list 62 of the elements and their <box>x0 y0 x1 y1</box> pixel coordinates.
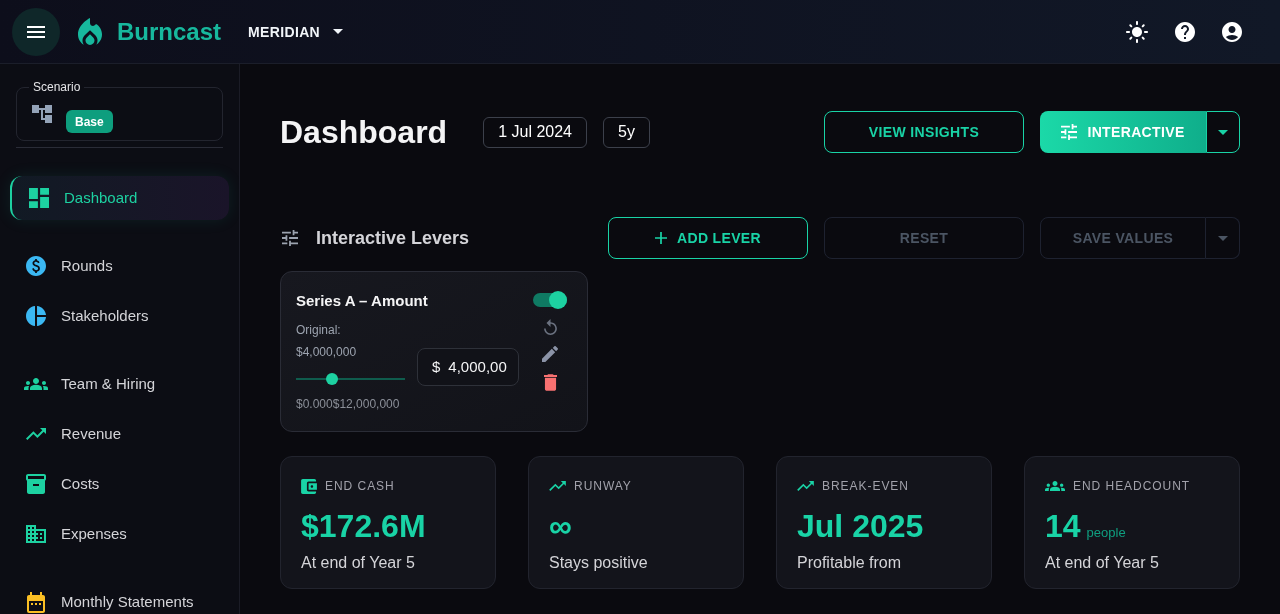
pencil-icon[interactable] <box>542 346 558 362</box>
slider-min-label: $0.000 <box>296 396 333 412</box>
add-lever-button[interactable]: ADD LEVER <box>608 217 808 259</box>
scenario-badge: Base <box>66 110 113 133</box>
help-icon[interactable] <box>1175 21 1195 42</box>
stat-label: BREAK-EVEN <box>822 478 909 494</box>
nav-item[interactable]: Team & Hiring <box>10 373 156 395</box>
nav-item[interactable]: Stakeholders <box>10 305 149 327</box>
nav-item[interactable]: Expenses <box>10 523 127 545</box>
stat-caption: Profitable from <box>797 553 902 573</box>
scenario-selector[interactable]: Scenario Base <box>16 79 223 141</box>
toggle-switch[interactable] <box>533 291 567 309</box>
brand-name: Burncast <box>117 19 222 44</box>
nav-item[interactable]: Dashboard <box>10 176 229 220</box>
people-icon <box>1045 481 1065 491</box>
stat-caption: At end of Year 5 <box>1045 553 1159 573</box>
plus-icon <box>654 232 667 244</box>
account-icon[interactable] <box>1222 21 1242 42</box>
flame-icon <box>78 18 102 45</box>
tune-icon <box>282 230 298 246</box>
wallet-icon <box>301 478 317 494</box>
trend-icon <box>549 481 566 491</box>
caret-icon <box>1218 129 1228 135</box>
nav-item[interactable]: Revenue <box>10 423 122 445</box>
sun-icon[interactable] <box>1126 20 1148 43</box>
menu-button[interactable] <box>12 7 60 56</box>
caret-icon <box>1217 235 1228 241</box>
mode-dropdown-button[interactable] <box>1206 111 1240 153</box>
original-value: $4,000,000 <box>296 344 357 360</box>
reset-icon[interactable] <box>543 319 557 335</box>
stat-label: RUNWAY <box>574 478 632 494</box>
stat-value: 14 <box>1045 507 1081 545</box>
view-insights-button[interactable]: VIEW INSIGHTS <box>824 111 1024 153</box>
lever-title: Series A – Amount <box>296 291 428 311</box>
horizon-chip: 5y <box>603 116 650 148</box>
stat-value: ∞ <box>549 507 572 545</box>
stat-caption: At end of Year 5 <box>301 553 415 573</box>
caret-icon <box>333 29 344 34</box>
trend-icon <box>797 481 814 491</box>
section-title: Interactive Levers <box>316 227 470 250</box>
menu-icon <box>27 25 45 38</box>
company-selector[interactable]: MERIDIAN <box>248 21 344 42</box>
level-slider[interactable] <box>296 373 405 385</box>
slider-max-label: $12,000,000 <box>332 396 400 412</box>
stat-caption: Stays positive <box>549 553 648 573</box>
nav-item[interactable]: Rounds <box>10 255 113 277</box>
unit-label: people <box>1086 524 1126 542</box>
tune-icon <box>1061 124 1078 140</box>
stat-value: Jul 2025 <box>797 507 924 545</box>
trash-icon[interactable] <box>543 374 557 391</box>
stat-label: END CASH <box>325 478 395 494</box>
scenario-label: Scenario <box>32 79 82 95</box>
amount-field[interactable]: $ 4,000,00 <box>417 348 519 386</box>
page-title: Dashboard <box>280 116 448 148</box>
original-label: Original: <box>296 322 341 338</box>
stat-label: END HEADCOUNT <box>1073 478 1191 494</box>
nav-item[interactable]: Monthly Statements <box>10 591 194 613</box>
date-chip: 1 Jul 2024 <box>483 116 587 148</box>
nav-item[interactable]: Costs <box>10 473 100 495</box>
stat-value: $172.6M <box>301 507 426 545</box>
tree-icon <box>32 105 52 123</box>
slider-thumb[interactable] <box>326 373 339 385</box>
